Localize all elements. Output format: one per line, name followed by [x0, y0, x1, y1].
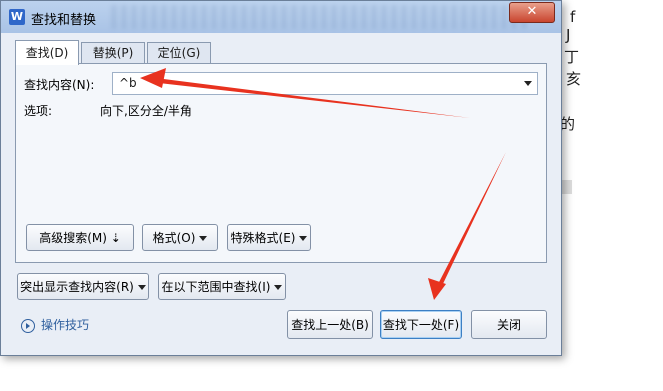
chevron-down-icon[interactable] — [524, 81, 532, 86]
caret-down-icon — [299, 236, 308, 241]
wps-writer-icon: W — [9, 9, 25, 25]
find-in-range-button[interactable]: 在以下范围中查找(I) — [158, 273, 286, 300]
caret-down-icon — [274, 285, 283, 290]
bg-scrollbar — [562, 180, 572, 194]
close-label: 关闭 — [496, 318, 521, 332]
advanced-search-label: 高级搜索(M) ⇣ — [39, 231, 121, 245]
caret-down-icon — [137, 285, 146, 290]
find-content-value: ^b — [119, 76, 137, 90]
caret-down-icon — [199, 236, 208, 241]
close-button[interactable]: 关闭 — [471, 310, 547, 339]
bg-char: f — [570, 8, 576, 26]
find-panel: 查找内容(N): ^b 选项: 向下,区分全/半角 高级搜索(M) ⇣ 格式(O… — [15, 63, 547, 263]
help-link-label: 操作技巧 — [41, 318, 90, 332]
find-previous-button[interactable]: 查找上一处(B) — [287, 310, 373, 339]
options-value: 向下,区分全/半角 — [100, 104, 192, 118]
tab-goto[interactable]: 定位(G) — [147, 42, 211, 64]
format-button[interactable]: 格式(O) — [142, 224, 218, 251]
highlight-results-label: 突出显示查找内容(R) — [20, 280, 134, 294]
special-format-button[interactable]: 特殊格式(E) — [227, 224, 311, 251]
find-replace-dialog: W 查找和替换 ✕ 查找(D) 替换(P) 定位(G) 查找内容(N): ^b … — [0, 0, 562, 356]
bg-char: J — [566, 26, 571, 44]
play-circle-icon — [21, 318, 35, 333]
bg-char: 丁 — [564, 48, 580, 66]
bg-char: 亥 — [566, 70, 582, 88]
bg-char: 的 — [560, 115, 576, 133]
title-bar-blur — [111, 5, 531, 29]
help-link[interactable]: 操作技巧 — [21, 316, 89, 333]
find-content-combobox[interactable]: ^b — [112, 72, 538, 95]
window-title: 查找和替换 — [31, 13, 97, 28]
find-previous-label: 查找上一处(B) — [291, 318, 369, 332]
title-bar[interactable]: W 查找和替换 ✕ — [1, 1, 561, 33]
window-close-button[interactable]: ✕ — [509, 2, 555, 23]
find-next-label: 查找下一处(F) — [382, 318, 460, 332]
tab-replace[interactable]: 替换(P) — [81, 42, 145, 64]
find-next-button[interactable]: 查找下一处(F) — [380, 310, 462, 339]
highlight-results-button[interactable]: 突出显示查找内容(R) — [17, 273, 149, 300]
background-document: f J 丁 亥 的 — [560, 0, 663, 391]
options-label: 选项: — [24, 104, 53, 118]
find-content-label: 查找内容(N): — [24, 78, 95, 92]
special-format-label: 特殊格式(E) — [230, 231, 296, 245]
find-in-range-label: 在以下范围中查找(I) — [161, 280, 271, 294]
format-label: 格式(O) — [152, 231, 196, 245]
tab-find[interactable]: 查找(D) — [15, 40, 79, 65]
advanced-search-button[interactable]: 高级搜索(M) ⇣ — [26, 224, 134, 251]
